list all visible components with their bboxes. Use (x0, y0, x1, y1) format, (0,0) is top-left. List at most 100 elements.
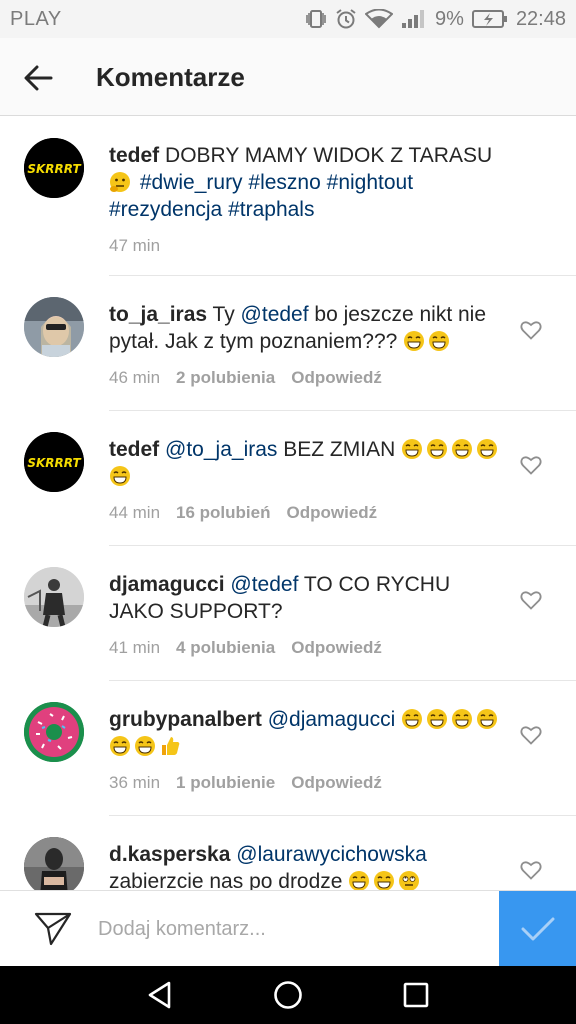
hashtag-link[interactable]: #leszno (248, 171, 320, 194)
eye-roll-emoji-icon (399, 871, 420, 890)
grin-emoji-icon (110, 736, 130, 756)
comment-text: grubypanalbert @djamagucci (109, 706, 504, 760)
comment-input[interactable] (98, 909, 488, 949)
mention-link[interactable]: @tedef (230, 573, 298, 596)
wifi-icon (365, 9, 394, 29)
comment-meta: 46 min 2 polubienia Odpowiedź (109, 368, 504, 388)
comment-username[interactable]: grubypanalbert (109, 708, 262, 731)
arrow-left-icon (24, 65, 53, 91)
comment-text: to_ja_iras Ty @tedef bo jeszcze nikt nie… (109, 301, 504, 355)
battery-charging-icon (471, 10, 507, 28)
battery-percent: 9% (435, 7, 464, 30)
nav-recents-button[interactable] (396, 976, 436, 1014)
comment-item: d.kasperska @laurawycichowska zabierzcie… (0, 816, 576, 890)
comment-text: d.kasperska @laurawycichowska zabierzcie… (109, 841, 504, 890)
grin-emoji-icon (452, 709, 473, 729)
avatar-djamagucci[interactable] (24, 567, 84, 627)
hashtag-link[interactable]: #nightout (327, 171, 413, 194)
comment-meta: 41 min 4 polubienia Odpowiedź (109, 638, 504, 658)
comment-item: djamagucci @tedef TO CO RYCHU JAKO SUPPO… (0, 546, 576, 681)
comment-time: 41 min (109, 638, 161, 657)
comment-time: 46 min (109, 368, 161, 387)
avatar-grubypanalbert[interactable] (24, 702, 84, 762)
heart-icon[interactable] (520, 455, 542, 475)
direct-send-icon[interactable] (34, 911, 72, 947)
svg-text:SKRRRT: SKRRRT (27, 162, 81, 176)
reply-button[interactable]: Odpowiedź (291, 773, 382, 793)
avatar-tedef[interactable]: SKRRRT (24, 138, 84, 198)
like-count-button[interactable]: 1 polubienie (176, 773, 275, 793)
comment-item: grubypanalbert @djamagucci 36 min 1 polu… (0, 681, 576, 816)
reply-button[interactable]: Odpowiedź (291, 638, 382, 658)
nav-back-button[interactable] (140, 976, 180, 1014)
comment-body: tedef @to_ja_iras BEZ ZMIAN 44 min 16 po… (109, 436, 504, 523)
hashtag-link[interactable]: #rezydencja (109, 198, 222, 221)
mention-link[interactable]: @laurawycichowska (236, 843, 427, 866)
comment-body: tedef DOBRY MAMY WIDOK Z TARASU #dwie_ru… (109, 142, 504, 256)
avatar-photo (24, 567, 84, 627)
comment-caption: SKRRRT tedef DOBRY MAMY WIDOK Z TARASU #… (0, 117, 576, 276)
thinking-face-emoji-icon (110, 172, 130, 192)
grin-emoji-icon (349, 871, 370, 890)
comment-body: grubypanalbert @djamagucci 36 min 1 polu… (109, 706, 504, 793)
avatar-tedef[interactable]: SKRRRT (24, 432, 84, 492)
checkmark-icon (521, 917, 554, 941)
comment-username[interactable]: d.kasperska (109, 843, 230, 866)
page-title: Komentarze (96, 62, 245, 92)
svg-text:SKRRRT: SKRRRT (27, 456, 81, 470)
comment-message: BEZ ZMIAN (283, 438, 396, 461)
comment-username[interactable]: tedef (109, 438, 159, 461)
grin-emoji-icon (427, 439, 448, 459)
status-bar: PLAY 9% 22:48 (0, 0, 576, 38)
grin-emoji-icon (429, 331, 450, 351)
avatar-to_ja_iras[interactable] (24, 297, 84, 357)
comment-text: tedef @to_ja_iras BEZ ZMIAN (109, 436, 504, 490)
like-count-button[interactable]: 4 polubienia (176, 638, 275, 658)
comment-username[interactable]: to_ja_iras (109, 303, 207, 326)
signal-icon (402, 10, 425, 28)
vibrate-icon (306, 10, 326, 28)
grin-emoji-icon (404, 331, 425, 351)
comment-input-bar (0, 890, 576, 967)
grin-emoji-icon (402, 709, 423, 729)
heart-icon[interactable] (520, 860, 542, 880)
mention-link[interactable]: @tedef (241, 303, 309, 326)
reply-button[interactable]: Odpowiedź (291, 368, 382, 388)
grin-emoji-icon (135, 736, 155, 756)
comment-text: tedef DOBRY MAMY WIDOK Z TARASU #dwie_ru… (109, 142, 504, 223)
like-count-button[interactable]: 2 polubienia (176, 368, 275, 388)
heart-icon[interactable] (520, 320, 542, 340)
comments-screen: PLAY 9% 22:48 Komentarze SKRRRT tedef DO… (0, 0, 576, 1024)
system-nav-bar (0, 966, 576, 1024)
donut-avatar (24, 702, 84, 762)
comment-meta: 36 min 1 polubienie Odpowiedź (109, 773, 504, 793)
nav-home-button[interactable] (268, 976, 308, 1014)
square-recents-icon (403, 982, 429, 1008)
carrier-label: PLAY (10, 8, 62, 30)
comment-item: SKRRRT tedef @to_ja_iras BEZ ZMIAN 44 mi… (0, 411, 576, 546)
comment-username[interactable]: tedef (109, 144, 159, 167)
hashtag-link[interactable]: #traphals (228, 198, 314, 221)
post-comment-button[interactable] (499, 891, 576, 967)
comment-list[interactable]: SKRRRT tedef DOBRY MAMY WIDOK Z TARASU #… (0, 117, 576, 890)
comment-time: 44 min (109, 503, 161, 522)
hashtag-link[interactable]: #dwie_rury (140, 171, 243, 194)
triangle-back-icon (148, 981, 171, 1009)
grin-emoji-icon (402, 439, 423, 459)
comment-username[interactable]: djamagucci (109, 573, 225, 596)
thumbs-up-emoji-icon (162, 737, 180, 755)
comment-time: 47 min (109, 236, 161, 255)
comment-message-pre: Ty (212, 303, 235, 326)
heart-icon[interactable] (520, 590, 542, 610)
avatar-d.kasperska[interactable] (24, 837, 84, 890)
heart-icon[interactable] (520, 725, 542, 745)
like-count-button[interactable]: 16 polubień (176, 503, 270, 523)
back-button[interactable] (20, 60, 56, 96)
alarm-icon (336, 9, 356, 29)
grin-emoji-icon (374, 871, 395, 890)
mention-link[interactable]: @djamagucci (268, 708, 396, 731)
comment-item: to_ja_iras Ty @tedef bo jeszcze nikt nie… (0, 276, 576, 411)
avatar-photo (24, 837, 84, 890)
reply-button[interactable]: Odpowiedź (287, 503, 378, 523)
mention-link[interactable]: @to_ja_iras (165, 438, 277, 461)
